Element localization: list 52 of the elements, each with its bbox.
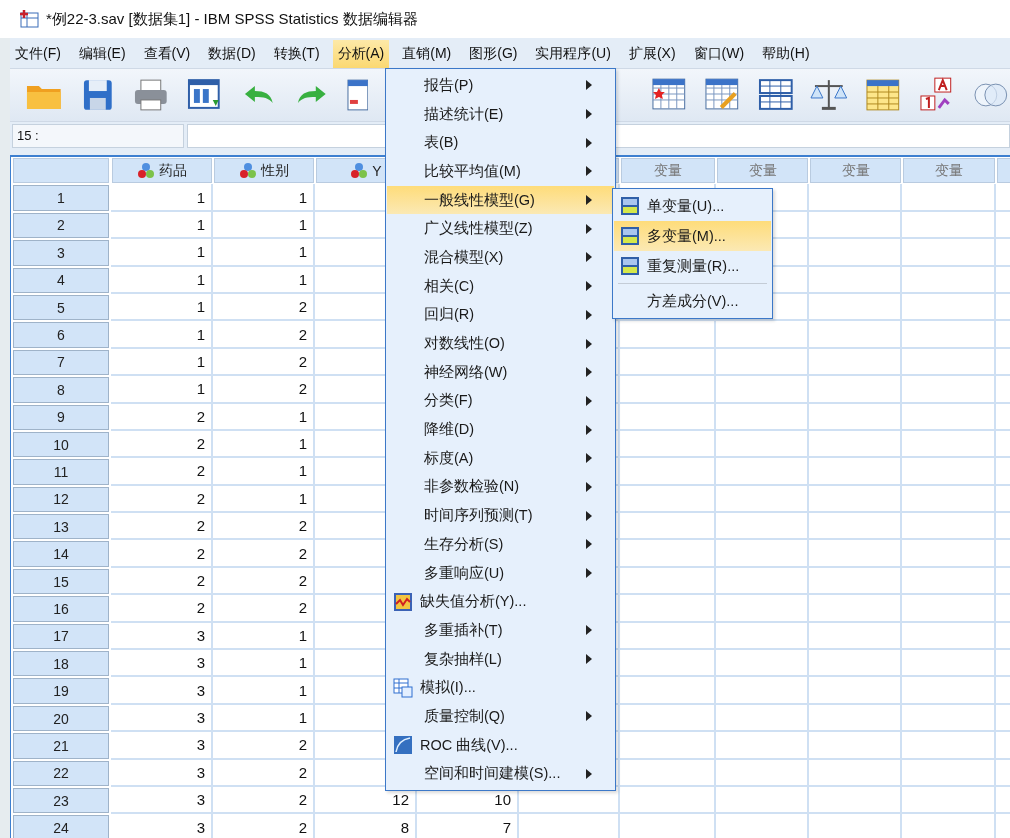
table-cell: 2 [213,540,315,568]
table-cell: 1 [111,293,213,322]
table-cell: 1 [213,677,315,705]
table-cell: 2 [213,595,315,623]
table-cell: 2 [213,376,315,404]
table-cell: 1 [213,458,315,486]
table-cell: 2 [213,787,315,815]
table-cell: 2 [111,430,213,459]
table-cell: 2 [213,732,315,760]
table-cell: 1 [111,376,213,404]
table-cell: 1 [213,430,315,459]
table-cell: 3 [111,759,213,787]
table-cell: 2 [213,759,315,787]
table-cell: 2 [111,458,213,486]
table-cell: 2 [213,814,315,838]
table-cell: 2 [213,348,315,377]
table-cell: 2 [111,567,213,596]
table-cell: 1 [213,266,315,294]
table-cell: 1 [213,622,315,651]
table-cell: 1 [111,321,213,349]
table-cell: 3 [111,732,213,760]
cell-reference: 15 : [12,124,184,148]
table-cell: 1 [213,704,315,733]
window-title: *例22-3.sav [数据集1] - IBM SPSS Statistics 数据编辑器 [46,9,418,29]
table-cell: 1 [213,184,315,212]
table-cell: 7 [417,814,519,838]
table-cell: 1 [213,239,315,267]
table-cell: 1 [111,184,213,212]
table-cell: 3 [111,677,213,705]
table-cell: 2 [111,485,213,514]
table-cell: 1 [111,211,213,240]
table-cell: 2 [111,595,213,623]
table-cell: 1 [111,239,213,267]
table-cell: 3 [111,814,213,838]
table-cell: 1 [213,211,315,240]
table-cell: 2 [111,403,213,431]
table-cell: 3 [111,650,213,678]
table-cell: 1 [213,403,315,431]
table-cell: 2 [111,540,213,568]
table-cell: 2 [213,293,315,322]
table-cell: 8 [315,814,417,838]
table-cell: 3 [111,704,213,733]
table-cell: 3 [111,622,213,651]
table-cell: 2 [213,567,315,596]
table-cell: 3 [111,787,213,815]
table-cell: 1 [213,650,315,678]
table-cell: 2 [213,513,315,541]
table-cell: 1 [111,266,213,294]
table-cell: 1 [213,485,315,514]
table-cell: 2 [213,321,315,349]
table-cell: 2 [111,513,213,541]
table-cell: 1 [111,348,213,377]
